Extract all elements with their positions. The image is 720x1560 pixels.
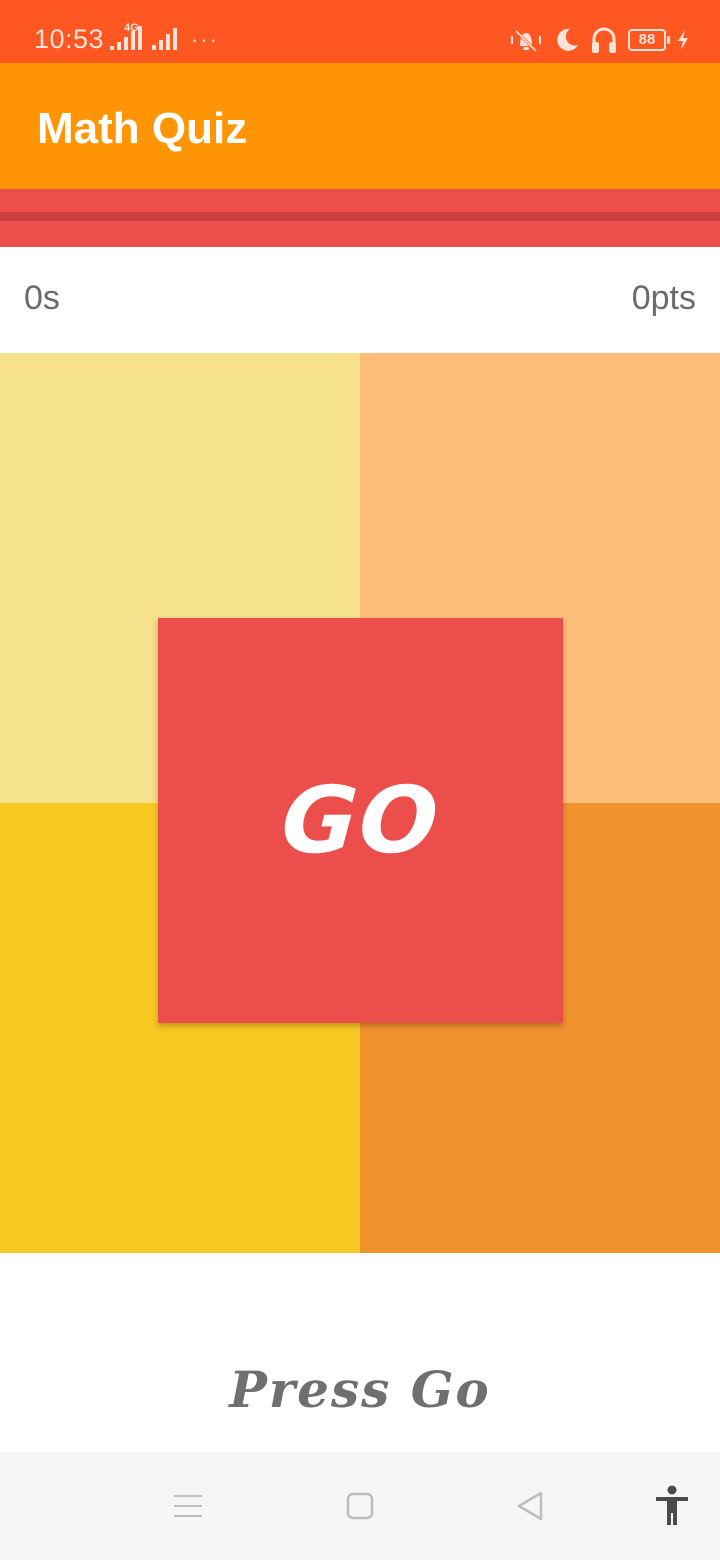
go-button[interactable]: GO (158, 618, 563, 1023)
status-left-icons: 4G ··· (110, 22, 219, 52)
app-title: Math Quiz (37, 104, 248, 153)
charging-icon (678, 30, 688, 50)
press-go-prompt: Press Go (229, 1360, 491, 1419)
elapsed-time: 0s (24, 279, 60, 317)
network-type-label: 4G (124, 22, 139, 34)
vibrate-icon (511, 29, 541, 53)
signal-icon: 4G (110, 22, 142, 50)
battery-icon: 88 (628, 29, 670, 51)
signal-icon (152, 26, 177, 50)
app-bar: Math Quiz (0, 63, 720, 189)
back-icon[interactable] (510, 1486, 550, 1526)
timer-bar (0, 189, 720, 247)
more-dots-icon: ··· (191, 27, 219, 52)
home-icon[interactable] (340, 1486, 380, 1526)
menu-icon[interactable] (168, 1486, 208, 1526)
go-button-label: GO (277, 767, 444, 874)
status-time: 10:53 (34, 24, 105, 54)
status-bar: 10:53 4G ··· 88 (0, 0, 720, 63)
score-points: 0pts (631, 279, 696, 317)
stats-row: 0s 0pts (0, 247, 720, 353)
accessibility-icon[interactable] (652, 1485, 692, 1526)
battery-level: 88 (638, 31, 656, 48)
navigation-bar (0, 1452, 720, 1560)
headphones-icon (592, 27, 616, 53)
timer-progress-line (0, 212, 720, 221)
status-right-icons: 88 (510, 25, 690, 55)
do-not-disturb-icon (557, 28, 578, 51)
